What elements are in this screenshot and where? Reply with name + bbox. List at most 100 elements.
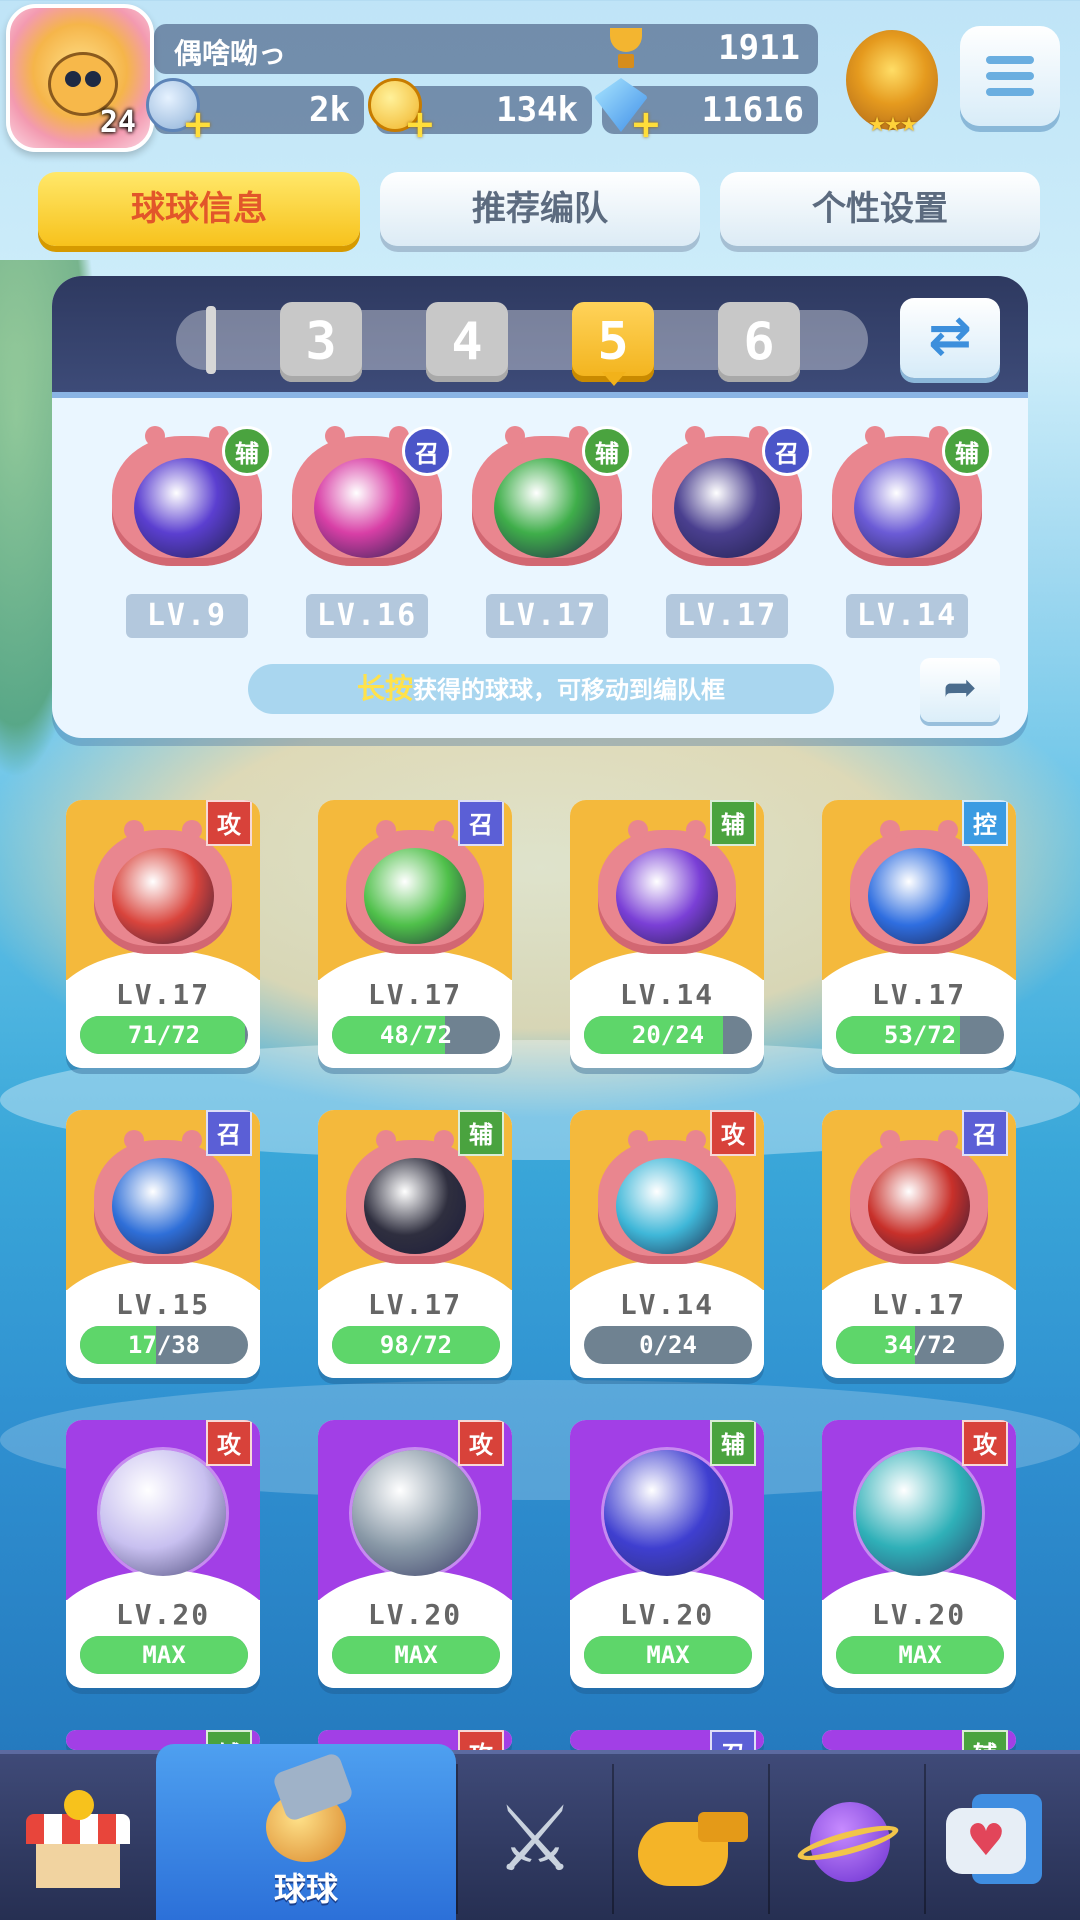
trophy-count: 1911: [718, 28, 800, 68]
ball-type-tag: 召: [206, 1110, 252, 1156]
card-progress-bar: 98/72: [332, 1326, 500, 1364]
slot-scroll-edge: [206, 306, 216, 374]
ball-card[interactable]: 控 LV.17 53/72: [822, 800, 1016, 1068]
star-circle-icon: [364, 848, 466, 944]
ball-type-tag: 辅: [710, 1420, 756, 1466]
ball-slime-shell: [598, 1130, 736, 1264]
ice-castle-icon: [112, 1158, 214, 1254]
add-icon[interactable]: +: [182, 105, 214, 143]
lightning-icon: [134, 458, 240, 558]
progress-text: 53/72: [883, 1021, 957, 1049]
card-progress-bar: MAX: [332, 1636, 500, 1674]
diamond-value: 11616: [701, 90, 804, 130]
crowd-icon: [854, 458, 960, 558]
team-slot-4[interactable]: 4: [426, 302, 508, 382]
team-slot-5[interactable]: 5: [572, 302, 654, 386]
nav-battle[interactable]: ⚔: [458, 1754, 614, 1920]
menu-button[interactable]: [960, 26, 1060, 126]
ball-card[interactable]: 攻 LV.20 MAX: [318, 1420, 512, 1688]
ball-card[interactable]: 攻 LV.14 0/24: [570, 1110, 764, 1378]
ball-type-tag: 辅: [942, 426, 992, 476]
hint-highlight: 长按: [356, 672, 413, 705]
nav-social[interactable]: ♥: [926, 1754, 1080, 1920]
team-ball-level: LV.9: [126, 594, 248, 638]
progress-text: 48/72: [379, 1021, 453, 1049]
menu-icon-line: [986, 88, 1034, 96]
ball-type-tag: 攻: [710, 1110, 756, 1156]
card-progress-bar: 20/24: [584, 1016, 752, 1054]
team-ball[interactable]: 辅: [832, 426, 992, 566]
card-progress-bar: 71/72: [80, 1016, 248, 1054]
player-level: 24: [99, 105, 136, 140]
ball-card[interactable]: 辅 LV.14 20/24: [570, 800, 764, 1068]
team-ball[interactable]: 召: [292, 426, 452, 566]
ball-slime-shell: [94, 1130, 232, 1264]
rank-badge[interactable]: ★★★: [846, 30, 938, 136]
tab-ball-info[interactable]: 球球信息: [38, 172, 360, 246]
swap-team-button[interactable]: ⇄: [900, 298, 1000, 378]
card-progress-bar: 0/24: [584, 1326, 752, 1364]
hint-text: 获得的球球，可移动到编队框: [413, 676, 725, 704]
team-slot-6[interactable]: 6: [718, 302, 800, 382]
diamond-resource[interactable]: + 11616: [594, 78, 818, 143]
ball-card-partial[interactable]: 辅: [822, 1730, 1016, 1750]
team-ball[interactable]: 召: [652, 426, 812, 566]
team-ball-level: LV.14: [846, 594, 968, 638]
card-progress-bar: MAX: [80, 1636, 248, 1674]
stars-resource[interactable]: + 2k: [146, 78, 364, 143]
ball-card[interactable]: 攻 LV.17 71/72: [66, 800, 260, 1068]
team-slot-3[interactable]: 3: [280, 302, 362, 382]
ball-type-tag: 攻: [962, 1420, 1008, 1466]
add-icon[interactable]: +: [404, 105, 436, 143]
ball-type-tag: 辅: [222, 426, 272, 476]
bubble-icon: [100, 1450, 226, 1576]
nav-balls[interactable]: 球球: [156, 1744, 456, 1920]
ball-card[interactable]: 攻 LV.20 MAX: [822, 1420, 1016, 1688]
planet-icon: [794, 1794, 902, 1890]
whistle-icon: [638, 1802, 748, 1886]
swap-arrows-icon: ⇄: [928, 306, 972, 366]
ball-type-tag: 攻: [458, 1730, 504, 1750]
team-ball-level: LV.17: [666, 594, 788, 638]
ball-card[interactable]: 辅 LV.17 98/72: [318, 1110, 512, 1378]
swirl-icon: [856, 1450, 982, 1576]
team-ball[interactable]: 辅: [472, 426, 632, 566]
ball-type-tag: 攻: [206, 1420, 252, 1466]
crossed-swords-icon: ⚔: [494, 1787, 576, 1892]
nav-whistle[interactable]: [614, 1754, 770, 1920]
ball-level: LV.17: [871, 1288, 967, 1321]
progress-text: MAX: [898, 1641, 942, 1669]
player-avatar[interactable]: 24: [6, 4, 154, 152]
ball-card[interactable]: 召 LV.15 17/38: [66, 1110, 260, 1378]
dagger-icon: [314, 458, 420, 558]
add-icon[interactable]: +: [630, 105, 662, 143]
ball-type-tag: 控: [962, 800, 1008, 846]
ball-card[interactable]: 召 LV.17 48/72: [318, 800, 512, 1068]
ball-card-partial[interactable]: 召: [570, 1730, 764, 1750]
gold-resource[interactable]: + 134k: [368, 78, 592, 143]
nav-planet[interactable]: [770, 1754, 926, 1920]
tab-personal-settings[interactable]: 个性设置: [720, 172, 1040, 246]
ball-slime-shell: [850, 820, 988, 954]
ball-card[interactable]: 攻 LV.20 MAX: [66, 1420, 260, 1688]
ball-type-tag: 辅: [710, 800, 756, 846]
menu-icon: [986, 56, 1034, 64]
team-ball[interactable]: 辅: [112, 426, 272, 566]
progress-text: 0/24: [639, 1331, 697, 1359]
card-progress-bar: 17/38: [80, 1326, 248, 1364]
progress-text: 20/24: [631, 1021, 705, 1049]
progress-text: 98/72: [379, 1331, 453, 1359]
tab-recommended-team[interactable]: 推荐编队: [380, 172, 700, 246]
ball-type-tag: 召: [710, 1730, 756, 1750]
ghost-icon: [674, 458, 780, 558]
progress-text: MAX: [646, 1641, 690, 1669]
ball-card[interactable]: 召 LV.17 34/72: [822, 1110, 1016, 1378]
ball-slime-shell: [598, 820, 736, 954]
ball-card[interactable]: 辅 LV.20 MAX: [570, 1420, 764, 1688]
nav-shop[interactable]: [0, 1754, 156, 1920]
snowflake-icon: [868, 848, 970, 944]
share-button[interactable]: ➦: [920, 658, 1000, 722]
star-arrow-icon: [494, 458, 600, 558]
ball-slime-shell: [94, 820, 232, 954]
card-progress-bar: MAX: [836, 1636, 1004, 1674]
